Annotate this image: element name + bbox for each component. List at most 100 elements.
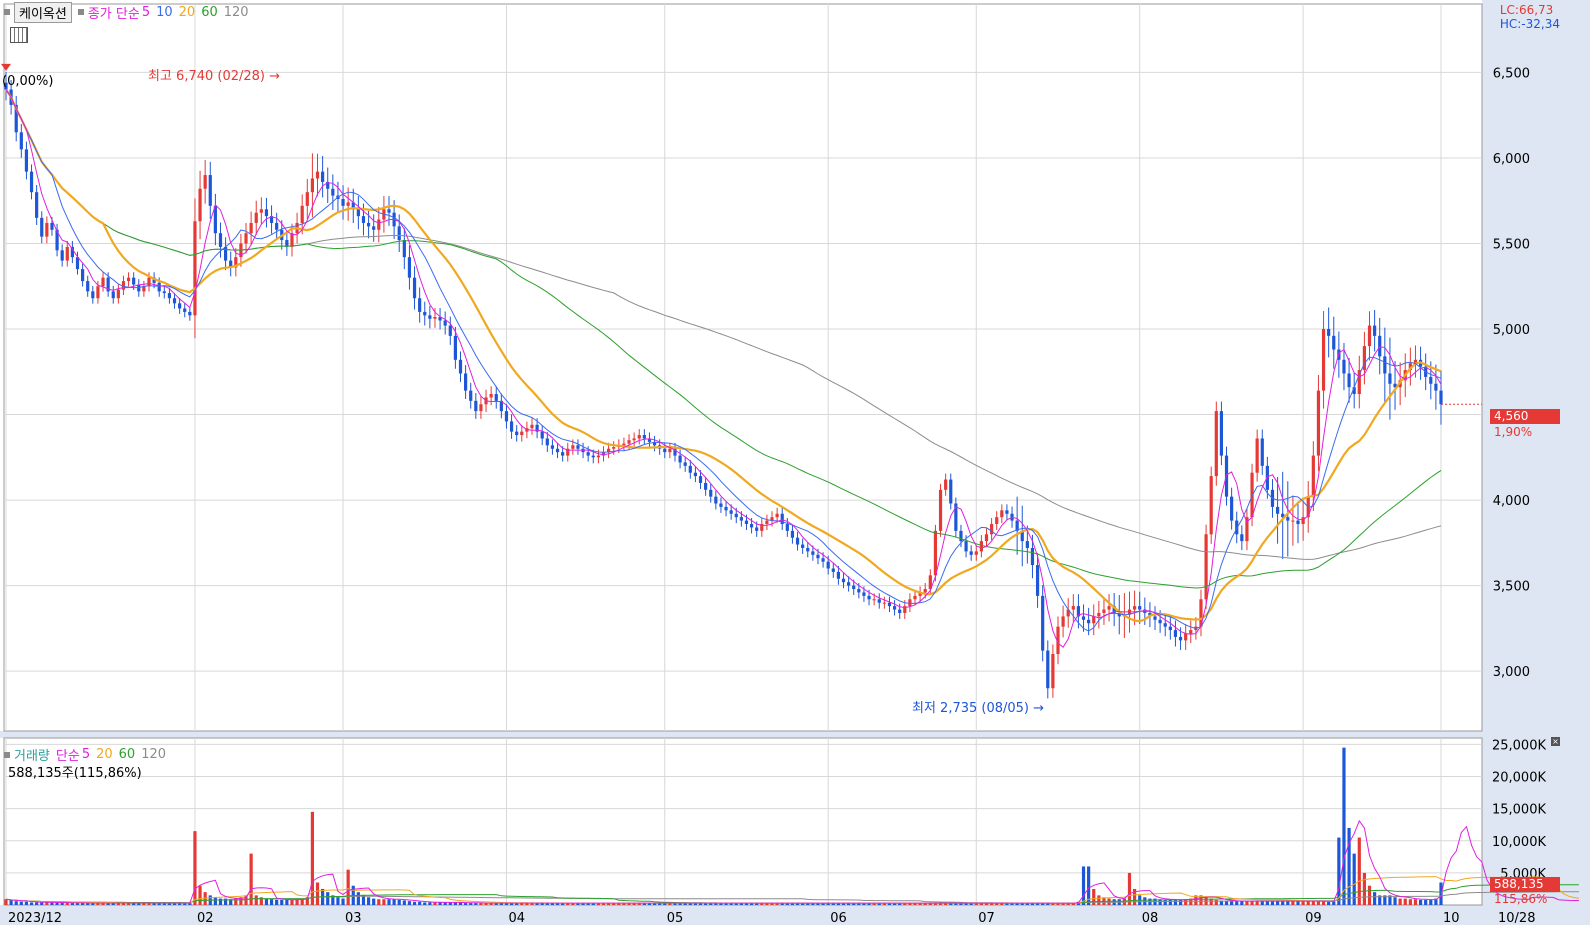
volume-bar xyxy=(372,898,376,905)
candle-body xyxy=(407,257,412,278)
volume-bar xyxy=(1342,747,1346,905)
candle-body xyxy=(964,541,968,552)
volume-bar xyxy=(1240,901,1244,905)
candle-body xyxy=(734,513,738,518)
candle-body xyxy=(1316,390,1321,456)
candle-body xyxy=(852,585,856,590)
candle-body xyxy=(458,359,463,374)
volume-bar xyxy=(1270,901,1275,905)
price-legend: 케이옥션 종가 단순 5 10 20 60 120 xyxy=(4,1,255,23)
candle-body xyxy=(366,222,371,227)
time-tick-label: 06 xyxy=(830,911,847,926)
candle-body xyxy=(494,394,498,401)
candle-body xyxy=(1158,619,1162,624)
candle-body xyxy=(877,599,881,603)
candle-body xyxy=(489,394,493,398)
volume-bar xyxy=(1413,899,1418,905)
candle-body xyxy=(305,192,309,206)
candle-body xyxy=(397,226,401,241)
candle-body xyxy=(1373,325,1377,336)
volume-bar xyxy=(1097,895,1101,905)
candle-body xyxy=(1286,517,1290,521)
candle-body xyxy=(862,592,866,596)
volume-bar xyxy=(55,902,59,905)
volume-tick-label: 10,000K xyxy=(1492,835,1546,850)
candle-body xyxy=(719,503,723,507)
candle-body xyxy=(1296,520,1300,525)
candle-body xyxy=(387,209,391,213)
candle-body xyxy=(1178,636,1183,641)
volume-bar xyxy=(402,900,406,905)
candle-body xyxy=(775,513,779,518)
chart-canvas: 3,0003,5004,0004,5005,0005,5006,0006,500… xyxy=(0,0,1590,926)
candle-body xyxy=(969,551,973,555)
candle-body xyxy=(1189,630,1193,634)
grid-tool-icon[interactable] xyxy=(10,27,28,43)
time-axis-bg xyxy=(0,905,1590,925)
candle-body xyxy=(275,222,279,230)
candle-body xyxy=(1071,606,1075,610)
volume-bar xyxy=(19,901,23,905)
volume-panel-frame xyxy=(3,737,1483,906)
candle-body xyxy=(749,524,754,528)
candle-body xyxy=(1168,626,1172,631)
candle-body xyxy=(1061,616,1065,627)
candle-body xyxy=(627,440,631,444)
candle-body xyxy=(1260,438,1264,466)
volume-bar xyxy=(1327,901,1331,905)
time-tick-label: 04 xyxy=(508,911,525,926)
time-tick-label: 07 xyxy=(978,911,995,926)
candle-body xyxy=(872,599,876,601)
volume-bar xyxy=(1235,901,1239,905)
candle-body xyxy=(1275,506,1280,514)
volume-tick-label: 20,000K xyxy=(1492,771,1546,786)
candle-body xyxy=(91,291,95,299)
candle-body xyxy=(724,506,728,511)
candle-body xyxy=(882,602,886,604)
candle-body xyxy=(709,489,713,497)
volume-bar xyxy=(1291,901,1295,905)
candle-body xyxy=(795,537,800,545)
price-tick-label: 6,000 xyxy=(1493,152,1530,167)
candle-body xyxy=(147,277,151,287)
candle-body xyxy=(892,606,897,610)
volume-bar xyxy=(193,831,197,905)
candle-body xyxy=(974,551,978,555)
candle-body xyxy=(81,269,85,282)
ma60-line xyxy=(5,89,1442,589)
volume-bar xyxy=(464,903,468,905)
candle-body xyxy=(188,311,192,316)
candle-body xyxy=(1240,534,1244,542)
candle-body xyxy=(571,445,575,449)
volume-bar xyxy=(1357,837,1361,905)
candle-body xyxy=(867,595,871,600)
volume-bar xyxy=(1224,901,1229,905)
volume-bar xyxy=(254,895,258,905)
volume-tick-label: 15,000K xyxy=(1492,803,1546,818)
candle-body xyxy=(448,325,452,336)
close-panel-icon[interactable]: × xyxy=(1551,737,1560,746)
candle-body xyxy=(836,571,841,579)
volume-bar xyxy=(1362,872,1366,905)
time-tick-label: 10/28 xyxy=(1498,911,1535,926)
legend-square-icon xyxy=(4,751,10,758)
time-tick-label: 02 xyxy=(197,911,214,926)
candle-body xyxy=(1429,376,1433,384)
candle-body xyxy=(1097,612,1101,617)
candle-body xyxy=(785,524,789,531)
volume-bar xyxy=(1337,837,1341,905)
candle-body xyxy=(1347,373,1351,388)
current-volume-pct: 115,86% xyxy=(1494,892,1548,906)
current-volume-tag: 588,135 xyxy=(1490,877,1560,892)
candle-body xyxy=(1383,356,1387,374)
legend-ma60: 60 xyxy=(201,4,218,20)
candle-body xyxy=(642,435,646,439)
candle-body xyxy=(1025,541,1029,548)
start-percent: (0,00%) xyxy=(2,74,54,89)
candle-body xyxy=(790,530,795,538)
candle-body xyxy=(933,530,938,576)
candle-body xyxy=(1367,325,1372,347)
candle-body xyxy=(1035,565,1040,596)
stock-name-button[interactable]: 케이옥션 xyxy=(14,1,72,23)
volume-bar xyxy=(433,902,437,905)
